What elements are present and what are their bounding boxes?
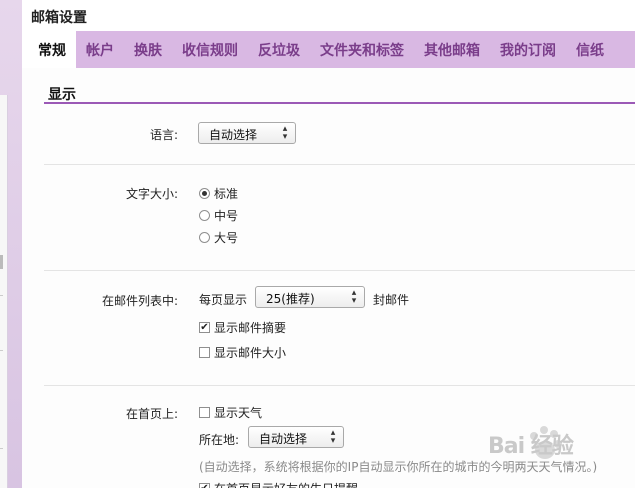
tab-rules[interactable]: 收信规则 <box>172 31 248 68</box>
per-page-select[interactable]: 25(推荐) ▴ ▾ <box>255 286 365 308</box>
birthday-reminder-label: 在首页显示好友的生日提醒 <box>214 480 358 488</box>
font-size-option-label: 大号 <box>214 231 239 245</box>
language-label: 语言: <box>149 128 178 142</box>
tab-account[interactable]: 帐户 <box>76 31 124 68</box>
checkbox-checked-icon[interactable]: ✔ <box>199 483 210 488</box>
left-divider <box>0 295 3 296</box>
per-page-select-value: 25(推荐) <box>266 292 315 306</box>
select-arrows-icon: ▴ ▾ <box>282 124 288 142</box>
font-size-label: 文字大小: <box>125 187 178 201</box>
mail-list-group: 在邮件列表中: 每页显示 25(推荐) ▴ ▾ 封邮件 ✔ 显示邮件摘要 显示邮件… <box>44 271 635 386</box>
section-title: 显示 <box>48 87 76 103</box>
birthday-reminder-option[interactable]: ✔ 在首页显示好友的生日提醒 <box>199 480 358 488</box>
radio-icon[interactable] <box>199 232 210 243</box>
show-summary-option[interactable]: ✔ 显示邮件摘要 <box>199 319 286 336</box>
tab-antispam[interactable]: 反垃圾 <box>248 31 310 68</box>
location-label: 所在地: <box>199 433 240 447</box>
home-page-label: 在首页上: <box>125 407 178 421</box>
font-size-option-label: 中号 <box>214 209 239 223</box>
font-size-option-label: 标准 <box>214 187 239 201</box>
show-size-option[interactable]: 显示邮件大小 <box>199 344 286 361</box>
per-page-suffix: 封邮件 <box>373 293 410 307</box>
settings-content: 显示 语言: 自动选择 ▴ ▾ 文字大小: 标准 中号 大号 在邮件列表中: 每页… <box>22 68 635 488</box>
left-divider <box>0 350 3 351</box>
tab-skin[interactable]: 换肤 <box>124 31 172 68</box>
tab-folders-labels[interactable]: 文件夹和标签 <box>310 31 414 68</box>
language-select-value: 自动选择 <box>209 128 258 142</box>
section-header: 显示 <box>44 80 635 104</box>
font-size-option-medium[interactable]: 中号 <box>199 207 238 224</box>
left-panel-edge <box>0 95 8 488</box>
tab-subscriptions[interactable]: 我的订阅 <box>490 31 566 68</box>
settings-tabs: 常规 帐户 换肤 收信规则 反垃圾 文件夹和标签 其他邮箱 我的订阅 信纸 <box>22 31 635 68</box>
radio-icon[interactable] <box>199 210 210 221</box>
select-arrows-icon: ▴ ▾ <box>330 428 336 446</box>
font-size-option-large[interactable]: 大号 <box>199 229 238 246</box>
location-select-value: 自动选择 <box>259 432 308 446</box>
left-decorative-strip <box>0 0 22 488</box>
tab-other-mailboxes[interactable]: 其他邮箱 <box>414 31 490 68</box>
show-weather-option[interactable]: 显示天气 <box>199 404 262 421</box>
checkbox-icon[interactable] <box>199 347 210 358</box>
per-page-prefix: 每页显示 <box>199 293 248 307</box>
show-size-label: 显示邮件大小 <box>214 346 287 360</box>
language-group: 语言: 自动选择 ▴ ▾ <box>44 106 635 165</box>
page-title: 邮箱设置 <box>31 10 87 26</box>
checkbox-icon[interactable] <box>199 407 210 418</box>
weather-hint: (自动选择，系统将根据你的IP自动显示你所在的城市的今明两天天气情况。) <box>199 460 598 474</box>
settings-header: 邮箱设置 <box>22 0 635 31</box>
show-weather-label: 显示天气 <box>214 406 263 420</box>
select-arrows-icon: ▴ ▾ <box>351 288 357 306</box>
show-summary-label: 显示邮件摘要 <box>214 321 287 335</box>
left-divider <box>0 448 3 449</box>
watermark-text: Bai 经验 <box>488 434 574 459</box>
language-select[interactable]: 自动选择 ▴ ▾ <box>198 122 296 144</box>
radio-selected-icon[interactable] <box>199 188 210 199</box>
tab-general[interactable]: 常规 <box>22 31 76 68</box>
location-select[interactable]: 自动选择 ▴ ▾ <box>248 426 344 448</box>
mail-list-label: 在邮件列表中: <box>101 294 178 308</box>
font-size-group: 文字大小: 标准 中号 大号 <box>44 165 635 271</box>
font-size-option-standard[interactable]: 标准 <box>199 185 238 202</box>
left-scroll-marker <box>0 255 3 269</box>
checkbox-checked-icon[interactable]: ✔ <box>199 322 210 333</box>
tab-stationery[interactable]: 信纸 <box>566 31 614 68</box>
